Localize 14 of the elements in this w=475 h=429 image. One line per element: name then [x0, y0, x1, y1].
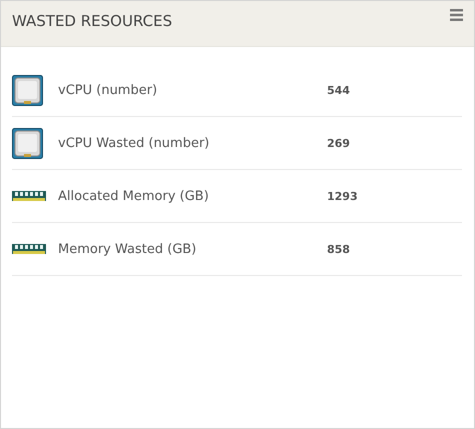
memory-module-icon	[12, 189, 46, 203]
resource-value: 269	[327, 136, 350, 150]
resource-value: 858	[327, 242, 350, 256]
resource-label: vCPU (number)	[58, 82, 158, 98]
resource-label: Allocated Memory (GB)	[58, 188, 210, 204]
processor-chip-icon	[12, 128, 43, 158]
resource-label: Memory Wasted (GB)	[58, 242, 198, 256]
menu-icon[interactable]	[450, 9, 463, 21]
resource-label: vCPU Wasted (number)	[58, 136, 210, 150]
resource-value: 544	[327, 84, 350, 96]
processor-chip-icon	[12, 74, 43, 106]
memory-module-icon	[12, 242, 46, 256]
panel-title: WASTED RESOURCES	[12, 12, 172, 30]
resource-value: 1293	[327, 190, 358, 202]
